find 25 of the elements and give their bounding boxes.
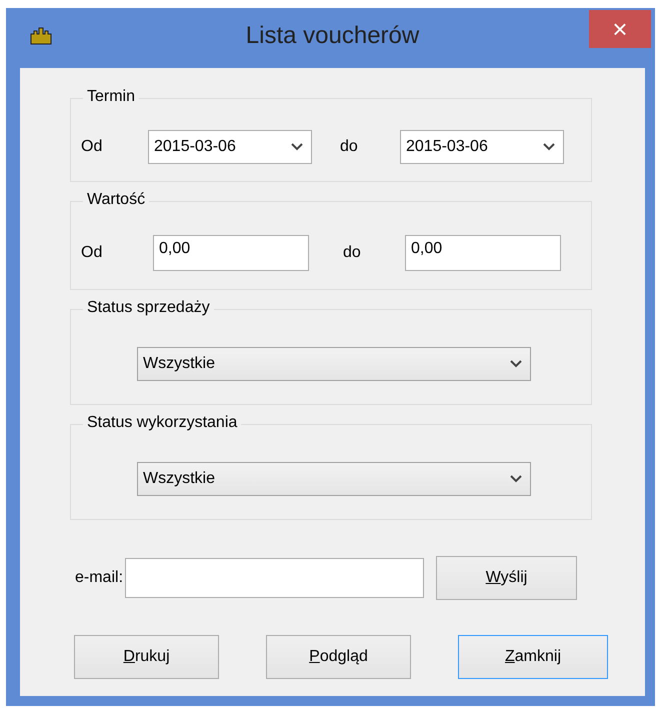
chevron-down-icon bbox=[543, 143, 555, 151]
window-title: Lista voucherów bbox=[246, 22, 420, 50]
field-label: Od bbox=[81, 244, 104, 262]
value-field[interactable]: 0,00 bbox=[153, 234, 309, 270]
chevron-down-icon bbox=[510, 475, 522, 483]
status-dropdown[interactable]: Wszystkie bbox=[137, 462, 531, 496]
close-button[interactable]: × bbox=[589, 10, 651, 48]
group-title: Status sprzedaży bbox=[83, 299, 214, 317]
dialog-button[interactable]: Drukuj bbox=[74, 635, 219, 679]
date-picker[interactable]: 2015-03-06 bbox=[400, 130, 564, 164]
value-field[interactable]: 0,00 bbox=[405, 234, 561, 270]
field-label: do bbox=[343, 244, 362, 262]
crown-icon bbox=[30, 26, 52, 46]
dialog-button[interactable]: Zamknij bbox=[458, 635, 608, 679]
date-picker[interactable]: 2015-03-06 bbox=[148, 130, 312, 164]
dialog-button[interactable]: Podgląd bbox=[266, 635, 411, 679]
field-label: Od bbox=[81, 138, 104, 156]
email-label: e-mail: bbox=[75, 569, 124, 587]
chevron-down-icon bbox=[291, 143, 303, 151]
send-button[interactable]: Wyślij bbox=[436, 556, 578, 600]
group-title: Status wykorzystania bbox=[83, 414, 242, 432]
chevron-down-icon bbox=[510, 360, 522, 368]
email-field[interactable] bbox=[125, 558, 424, 598]
status-dropdown[interactable]: Wszystkie bbox=[137, 347, 531, 381]
field-label: do bbox=[340, 138, 359, 156]
